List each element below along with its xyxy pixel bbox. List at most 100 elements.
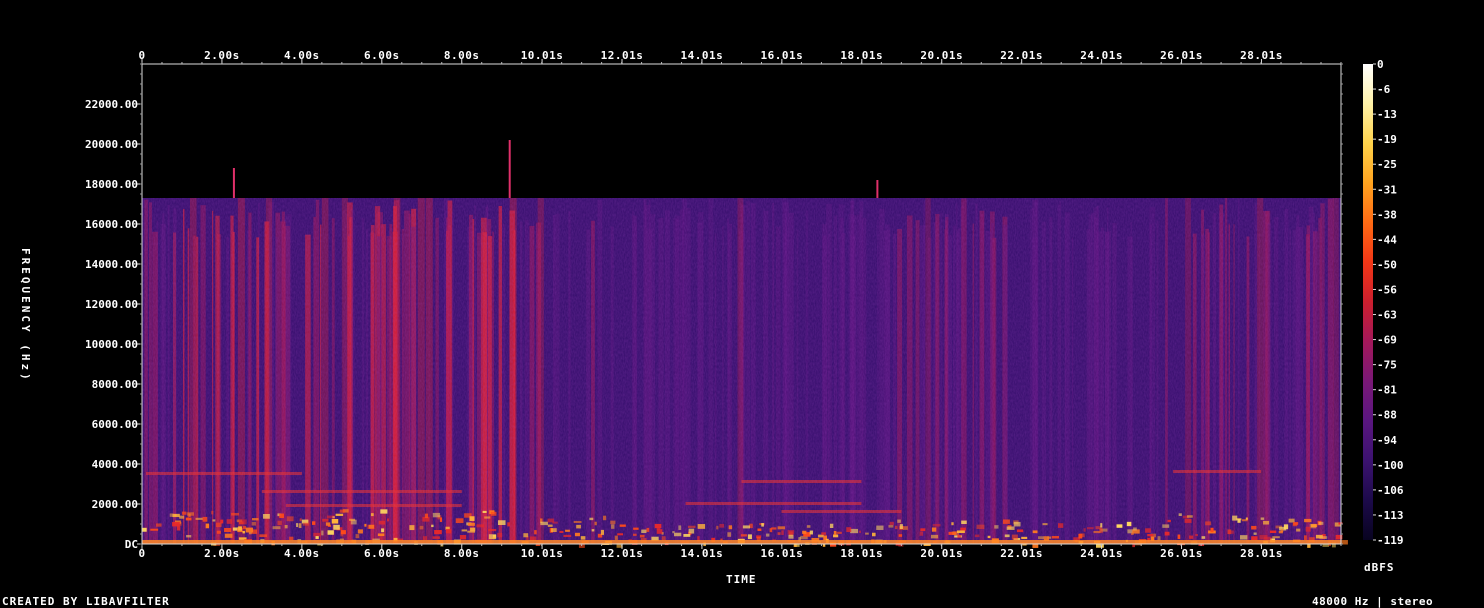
low-energy-cell bbox=[272, 526, 281, 530]
colorbar-tick-label: -119 bbox=[1377, 534, 1404, 547]
low-energy-cell bbox=[1184, 519, 1192, 523]
low-energy-cell bbox=[719, 523, 725, 528]
low-energy-cell bbox=[646, 527, 650, 532]
low-energy-cell bbox=[459, 535, 467, 540]
low-energy-cell bbox=[1210, 527, 1214, 533]
y-tick-label: 10000.00 bbox=[85, 338, 138, 351]
low-energy-cell bbox=[279, 513, 284, 518]
low-energy-cell bbox=[688, 528, 695, 534]
low-energy-cell bbox=[434, 530, 442, 535]
low-energy-cell bbox=[563, 534, 572, 538]
low-energy-cell bbox=[1269, 530, 1277, 533]
x-tick-label: 16.01s bbox=[760, 547, 803, 560]
low-energy-cell bbox=[1205, 521, 1212, 526]
x-tick-label: 6.00s bbox=[364, 547, 400, 560]
low-energy-cell bbox=[1116, 524, 1123, 528]
low-energy-cell bbox=[469, 516, 475, 521]
low-energy-cell bbox=[777, 526, 786, 530]
x-tick-label: 24.01s bbox=[1080, 547, 1123, 560]
low-energy-cell bbox=[1239, 535, 1248, 540]
low-energy-cell bbox=[573, 520, 582, 523]
low-energy-cell bbox=[322, 518, 329, 522]
low-energy-cell bbox=[850, 528, 859, 534]
low-energy-cell bbox=[809, 530, 813, 535]
low-energy-cell bbox=[212, 519, 216, 522]
low-energy-cell bbox=[876, 525, 884, 530]
x-tick-label: 14.01s bbox=[681, 547, 724, 560]
low-energy-cell bbox=[497, 532, 503, 538]
low-energy-cell bbox=[574, 532, 580, 537]
low-energy-cell bbox=[321, 530, 324, 536]
low-energy-cell bbox=[355, 534, 360, 539]
low-energy-cell bbox=[467, 530, 476, 533]
y-tick-label: 22000.00 bbox=[85, 98, 138, 111]
low-energy-cell bbox=[1021, 536, 1028, 540]
x-tick-label: 0 bbox=[138, 49, 145, 62]
low-energy-cell bbox=[1237, 518, 1241, 523]
low-energy-cell bbox=[1083, 528, 1086, 532]
low-energy-cell bbox=[594, 521, 597, 526]
low-energy-cell bbox=[1002, 519, 1010, 524]
low-energy-cell bbox=[488, 528, 497, 532]
low-energy-cell bbox=[262, 513, 270, 519]
low-energy-cell bbox=[547, 524, 553, 527]
low-energy-cell bbox=[325, 522, 331, 526]
low-energy-cell bbox=[888, 524, 894, 528]
low-energy-cell bbox=[1004, 534, 1010, 538]
low-energy-cell bbox=[239, 519, 247, 525]
colorbar-tick-label: -94 bbox=[1377, 434, 1397, 447]
low-energy-cell bbox=[431, 524, 434, 528]
x-tick-label: 20.01s bbox=[920, 547, 963, 560]
spectrogram-area bbox=[141, 63, 1348, 548]
low-energy-cell bbox=[1178, 513, 1182, 517]
low-energy-cell bbox=[202, 516, 208, 522]
low-energy-cell bbox=[377, 533, 385, 537]
low-energy-cell bbox=[591, 529, 595, 532]
x-tick-label: 2.00s bbox=[204, 547, 240, 560]
low-energy-cell bbox=[1280, 529, 1284, 533]
low-energy-cell bbox=[633, 527, 639, 530]
low-energy-cell bbox=[960, 527, 966, 531]
low-energy-cell bbox=[507, 522, 510, 527]
low-energy-cell bbox=[289, 536, 294, 541]
low-energy-cell bbox=[1162, 524, 1170, 528]
low-energy-cell bbox=[697, 524, 706, 529]
low-energy-cell bbox=[331, 518, 339, 524]
x-tick-label: 4.00s bbox=[284, 49, 320, 62]
x-tick-label: 22.01s bbox=[1000, 49, 1043, 62]
low-energy-cell bbox=[419, 525, 424, 530]
low-energy-cell bbox=[211, 510, 214, 515]
low-energy-cell bbox=[829, 523, 834, 528]
colorbar-tick-label: -100 bbox=[1377, 459, 1404, 472]
dc-band bbox=[142, 540, 1341, 544]
low-energy-cell bbox=[1157, 536, 1161, 541]
low-energy-cell bbox=[716, 525, 719, 530]
low-energy-cell bbox=[422, 536, 428, 541]
low-energy-cell bbox=[357, 529, 363, 534]
low-energy-cell bbox=[224, 533, 233, 538]
low-energy-cell bbox=[1260, 517, 1265, 520]
x-tick-label: 26.01s bbox=[1160, 547, 1203, 560]
low-energy-cell bbox=[617, 533, 624, 536]
low-energy-cell bbox=[1288, 518, 1295, 523]
low-energy-cell bbox=[1145, 528, 1151, 533]
colorbar-tick-label: -38 bbox=[1377, 208, 1397, 221]
low-energy-cell bbox=[777, 532, 781, 535]
low-energy-cell bbox=[174, 514, 177, 517]
low-energy-cell bbox=[765, 533, 770, 537]
low-energy-cell bbox=[1251, 536, 1258, 541]
low-energy-cell bbox=[821, 532, 826, 535]
low-energy-cell bbox=[216, 530, 221, 534]
low-energy-cell bbox=[957, 534, 961, 538]
x-tick-label: 22.01s bbox=[1000, 547, 1043, 560]
y-axis-title: FREQUENCY (Hz) bbox=[19, 248, 32, 383]
low-energy-cell bbox=[1006, 526, 1015, 530]
low-energy-cell bbox=[987, 535, 991, 539]
low-energy-cell bbox=[1245, 517, 1248, 520]
y-tick-label: 14000.00 bbox=[85, 258, 138, 271]
y-tick-label: 16000.00 bbox=[85, 218, 138, 231]
low-energy-cell bbox=[409, 525, 415, 531]
y-tick-label: DC bbox=[125, 538, 138, 551]
x-tick-label: 0 bbox=[138, 547, 145, 560]
low-energy-cell bbox=[523, 533, 529, 538]
